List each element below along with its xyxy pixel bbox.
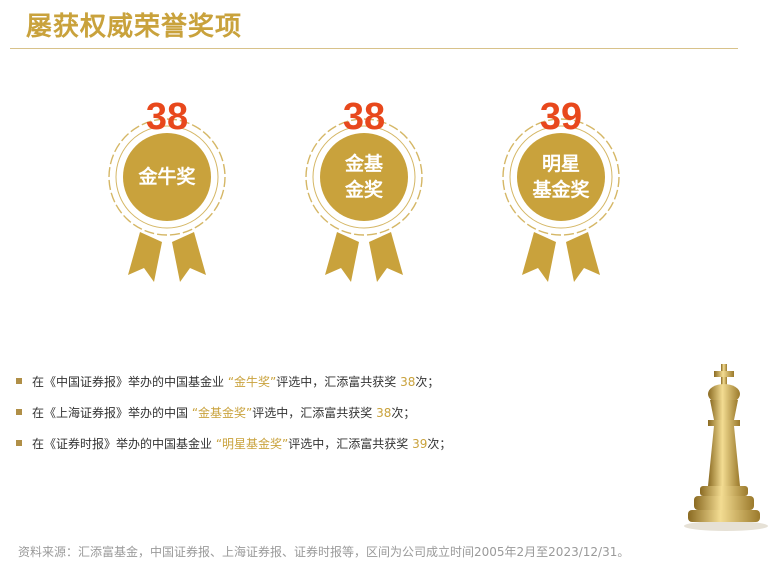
bullet-text: 评选中，汇添富共获奖 (288, 437, 413, 451)
list-item: 在《证券时报》举办的中国基金业 “明星基金奖”评选中，汇添富共获奖 39次； (16, 434, 451, 465)
award-count: 39 (412, 437, 428, 451)
award-bullet-list: 在《中国证券报》举办的中国基金业 “金牛奖”评选中，汇添富共获奖 38次； 在《… (16, 372, 451, 465)
badge-label: 金牛奖 (124, 134, 210, 220)
badge-label-line2: 基金奖 (532, 179, 590, 201)
bullet-text: 评选中，汇添富共获奖 (252, 406, 377, 420)
award-count: 38 (376, 406, 392, 420)
bullet-text: 评选中，汇添富共获奖 (276, 375, 401, 389)
award-name: “金基金奖” (191, 406, 253, 420)
badge-label-line1: 金基 (344, 153, 383, 175)
badge-label: 明星 基金奖 (518, 134, 604, 220)
badge-label-line1: 金牛奖 (138, 166, 196, 188)
award-badge-star-fund: 39 明星 基金奖 (496, 92, 626, 292)
bullet-text: 次； (391, 406, 416, 420)
award-count: 38 (400, 375, 416, 389)
title-divider (10, 48, 738, 49)
page-title: 屡获权威荣誉奖项 (26, 12, 243, 42)
source-note: 资料来源：汇添富基金，中国证券报、上海证券报、证券时报等，区间为公司成立时间20… (18, 545, 630, 559)
bullet-square-icon (16, 378, 22, 384)
chess-king-icon (684, 364, 768, 531)
award-badge-golden-fund: 38 金基 金奖 (299, 92, 429, 292)
list-item: 在《中国证券报》举办的中国基金业 “金牛奖”评选中，汇添富共获奖 38次； (16, 372, 451, 403)
bullet-square-icon (16, 440, 22, 446)
bullet-text: 次； (415, 375, 440, 389)
award-name: “明星基金奖” (215, 437, 289, 451)
bullet-text: 次； (427, 437, 452, 451)
bullet-square-icon (16, 409, 22, 415)
badge-label: 金基 金奖 (321, 134, 407, 220)
badge-label-line2: 金奖 (344, 179, 383, 201)
bullet-text: 在《证券时报》举办的中国基金业 (32, 437, 216, 451)
bullet-text: 在《上海证券报》举办的中国 (32, 406, 192, 420)
award-name: “金牛奖” (227, 375, 277, 389)
award-badge-golden-bull: 38 金牛奖 (102, 92, 232, 292)
list-item: 在《上海证券报》举办的中国 “金基金奖”评选中，汇添富共获奖 38次； (16, 403, 451, 434)
badge-label-line1: 明星 (541, 153, 580, 175)
bullet-text: 在《中国证券报》举办的中国基金业 (32, 375, 228, 389)
